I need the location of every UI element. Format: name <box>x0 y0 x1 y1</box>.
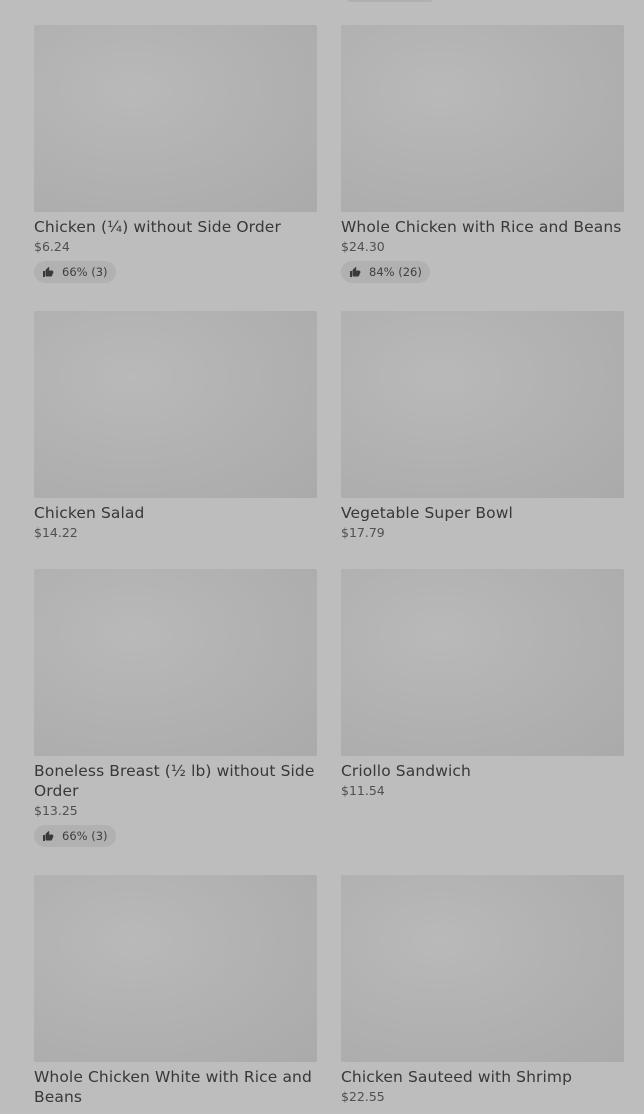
menu-item-name: Criollo Sandwich <box>341 762 471 780</box>
menu-item-card[interactable]: Vegetable Super Bowl $17.79 <box>341 311 624 541</box>
menu-item-name: Boneless Breast (½ lb) without Side Orde… <box>34 762 315 800</box>
menu-item-price: $22.55 <box>341 1089 385 1104</box>
menu-item-name: Vegetable Super Bowl <box>341 504 513 522</box>
rating-text: 66% (3) <box>62 829 108 843</box>
menu-item-price: $6.24 <box>34 239 70 254</box>
rating-text: 84% (26) <box>369 265 422 279</box>
menu-item-image <box>34 875 317 1062</box>
rating-text: 66% (3) <box>62 265 108 279</box>
menu-item-name: Whole Chicken White with Rice and Beans <box>34 1068 312 1106</box>
menu-item-card[interactable]: Whole Chicken White with Rice and Beans <box>34 875 317 1109</box>
menu-item-price: $11.54 <box>341 783 385 798</box>
menu-item-card[interactable]: Chicken (¼) without Side Order $6.24 66%… <box>34 25 317 283</box>
menu-item-image <box>341 569 624 756</box>
thumbs-up-icon <box>350 267 361 277</box>
menu-item-card[interactable]: Whole Chicken with Rice and Beans $24.30… <box>341 25 624 283</box>
menu-item-card[interactable]: Criollo Sandwich $11.54 <box>341 569 624 799</box>
menu-item-card[interactable]: Chicken Sauteed with Shrimp $22.55 <box>341 875 624 1105</box>
menu-item-name: Whole Chicken with Rice and Beans <box>341 218 622 236</box>
menu-item-card[interactable]: Boneless Breast (½ lb) without Side Orde… <box>34 569 317 847</box>
menu-item-grid: Chicken (¼) without Side Order $6.24 66%… <box>0 0 644 1114</box>
menu-item-card[interactable]: Chicken Salad $14.22 <box>34 311 317 541</box>
menu-item-image <box>34 25 317 212</box>
rating-badge: 66% (3) <box>34 261 116 283</box>
menu-item-image <box>341 311 624 498</box>
thumbs-up-icon <box>43 267 54 277</box>
menu-item-image <box>34 311 317 498</box>
menu-item-image <box>341 875 624 1062</box>
menu-item-name: Chicken (¼) without Side Order <box>34 218 281 236</box>
rating-badge: 84% (26) <box>341 261 430 283</box>
menu-item-name: Chicken Sauteed with Shrimp <box>341 1068 573 1086</box>
menu-item-price: $14.22 <box>34 525 78 540</box>
menu-item-image <box>34 569 317 756</box>
menu-item-price: $17.79 <box>341 525 385 540</box>
menu-item-price: $24.30 <box>341 239 385 254</box>
thumbs-up-icon <box>43 831 54 841</box>
menu-item-image <box>341 25 624 212</box>
menu-item-name: Chicken Salad <box>34 504 145 522</box>
rating-badge: 66% (3) <box>34 825 116 847</box>
menu-item-price: $13.25 <box>34 803 78 818</box>
